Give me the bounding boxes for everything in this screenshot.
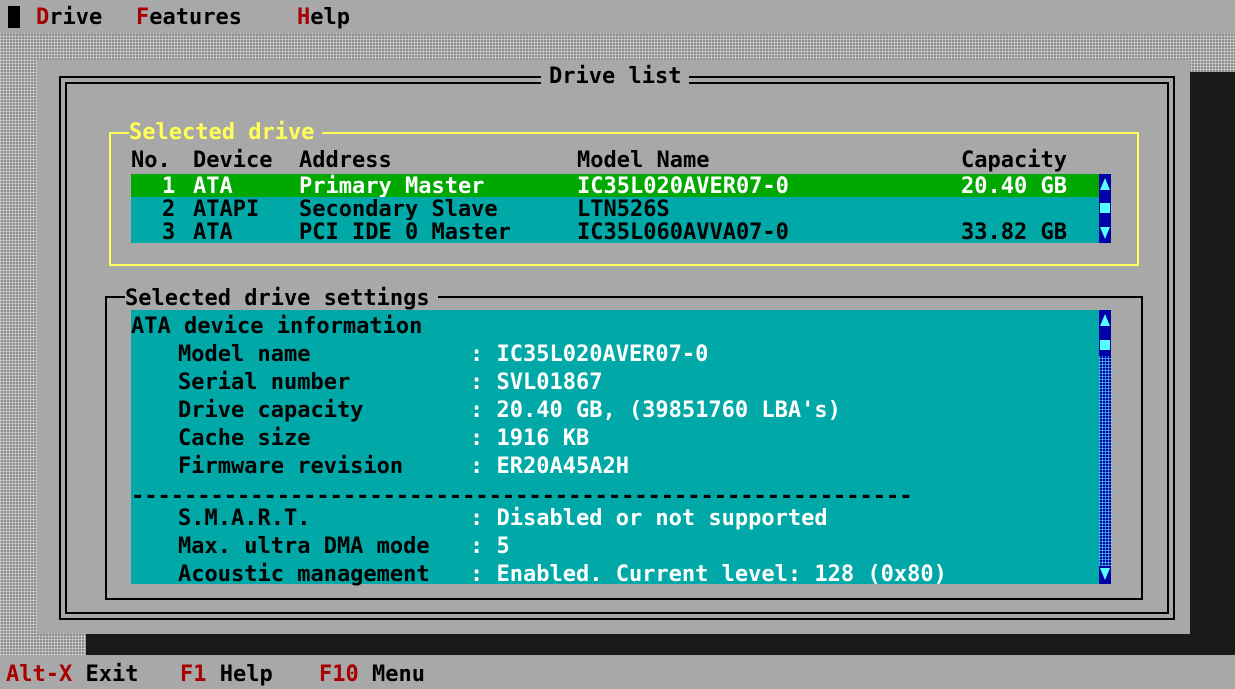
- settings-divider: ----------------------------------------…: [131, 486, 913, 508]
- drive-list-scrollbar[interactable]: [1099, 174, 1111, 243]
- scroll-thumb-icon[interactable]: [1100, 203, 1110, 213]
- statusbar-menu[interactable]: F10 Menu: [319, 664, 425, 686]
- column-header-address: Address: [299, 148, 392, 173]
- drive-row-2-address: Secondary Slave: [299, 197, 498, 222]
- drive-row-2-device: ATAPI: [193, 197, 260, 222]
- statusbar-menu-label: Menu: [372, 662, 425, 687]
- statusbar-help-label: Help: [219, 662, 273, 687]
- drive-row-1-address: Primary Master: [299, 174, 485, 199]
- drive-row-1-no: 1: [162, 174, 176, 199]
- column-header-capacity: Capacity: [961, 148, 1067, 173]
- scroll-down-arrow-icon[interactable]: [1100, 568, 1110, 580]
- statusbar-help-key: F1: [180, 662, 207, 687]
- menu-help[interactable]: Help: [297, 7, 350, 29]
- statusbar-exit-label: Exit: [85, 662, 139, 687]
- statusbar-menu-key: F10: [319, 662, 359, 687]
- field-drive-capacity-value: : 20.40 GB, (39851760 LBA's): [470, 398, 841, 423]
- field-acoustic-value: : Enabled. Current level: 128 (0x80): [470, 562, 947, 587]
- scroll-track[interactable]: [1099, 356, 1111, 566]
- field-serial-number-value: : SVL01867: [470, 370, 603, 395]
- menu-help-hotkey: H: [297, 5, 311, 30]
- statusbar-help[interactable]: F1 Help: [180, 664, 273, 686]
- column-header-device: Device: [193, 148, 273, 173]
- settings-scrollbar[interactable]: [1099, 310, 1111, 584]
- column-header-no: No.: [131, 148, 171, 173]
- drive-list-window: Drive list Selected drive No. Device Add…: [37, 60, 1190, 634]
- menu-cursor-block: [8, 6, 20, 28]
- field-acoustic-label: Acoustic management: [178, 562, 430, 587]
- drive-row-3-no: 3: [162, 220, 176, 245]
- status-bar: Alt-X Exit F1 Help F10 Menu: [0, 655, 1235, 689]
- drive-row-1-capacity: 20.40 GB: [961, 174, 1067, 199]
- field-firmware-revision-label: Firmware revision: [178, 454, 404, 479]
- selected-drive-title: Selected drive: [129, 122, 323, 144]
- drive-row-1-device: ATA: [193, 174, 233, 199]
- drive-row-2-model: LTN526S: [577, 197, 670, 222]
- window-shadow-bottom: [86, 634, 1190, 655]
- menu-drive-label: rive: [49, 5, 103, 30]
- field-cache-size-value: : 1916 KB: [470, 426, 590, 451]
- statusbar-exit-key: Alt-X: [6, 662, 73, 687]
- drive-row-3-capacity: 33.82 GB: [961, 220, 1067, 245]
- menu-features-hotkey: F: [136, 5, 150, 30]
- menu-help-label: elp: [310, 5, 350, 30]
- menu-bar: Drive Features Help: [0, 0, 1235, 34]
- field-max-udma-label: Max. ultra DMA mode: [178, 534, 430, 559]
- field-model-name-value: : IC35L020AVER07-0: [470, 342, 709, 367]
- field-smart-value: : Disabled or not supported: [470, 506, 828, 531]
- field-drive-capacity-label: Drive capacity: [178, 398, 364, 423]
- field-smart-label: S.M.A.R.T.: [178, 506, 311, 531]
- statusbar-exit[interactable]: Alt-X Exit: [6, 664, 138, 686]
- drive-row-1-model: IC35L020AVER07-0: [577, 174, 789, 199]
- window-title: Drive list: [541, 66, 690, 88]
- field-serial-number-label: Serial number: [178, 370, 351, 395]
- menu-drive-hotkey: D: [36, 5, 50, 30]
- window-shadow-right: [1190, 72, 1235, 655]
- scroll-thumb-icon[interactable]: [1100, 340, 1110, 350]
- menu-features-label: eatures: [149, 5, 242, 30]
- drive-row-3-address: PCI IDE 0 Master: [299, 220, 511, 245]
- field-cache-size-label: Cache size: [178, 426, 311, 451]
- drive-row-3-model: IC35L060AVVA07-0: [577, 220, 789, 245]
- field-max-udma-value: : 5: [470, 534, 510, 559]
- scroll-up-arrow-icon[interactable]: [1100, 314, 1110, 326]
- drive-settings-title: Selected drive settings: [125, 288, 438, 310]
- settings-section-heading: ATA device information: [131, 314, 423, 339]
- menu-features[interactable]: Features: [136, 7, 242, 29]
- scroll-down-arrow-icon[interactable]: [1100, 227, 1110, 239]
- field-model-name-label: Model name: [178, 342, 311, 367]
- column-header-model-name: Model Name: [577, 148, 710, 173]
- field-firmware-revision-value: : ER20A45A2H: [470, 454, 629, 479]
- menu-drive[interactable]: Drive: [36, 7, 102, 29]
- scroll-up-arrow-icon[interactable]: [1100, 178, 1110, 190]
- drive-row-3-device: ATA: [193, 220, 233, 245]
- drive-row-2-no: 2: [162, 197, 176, 222]
